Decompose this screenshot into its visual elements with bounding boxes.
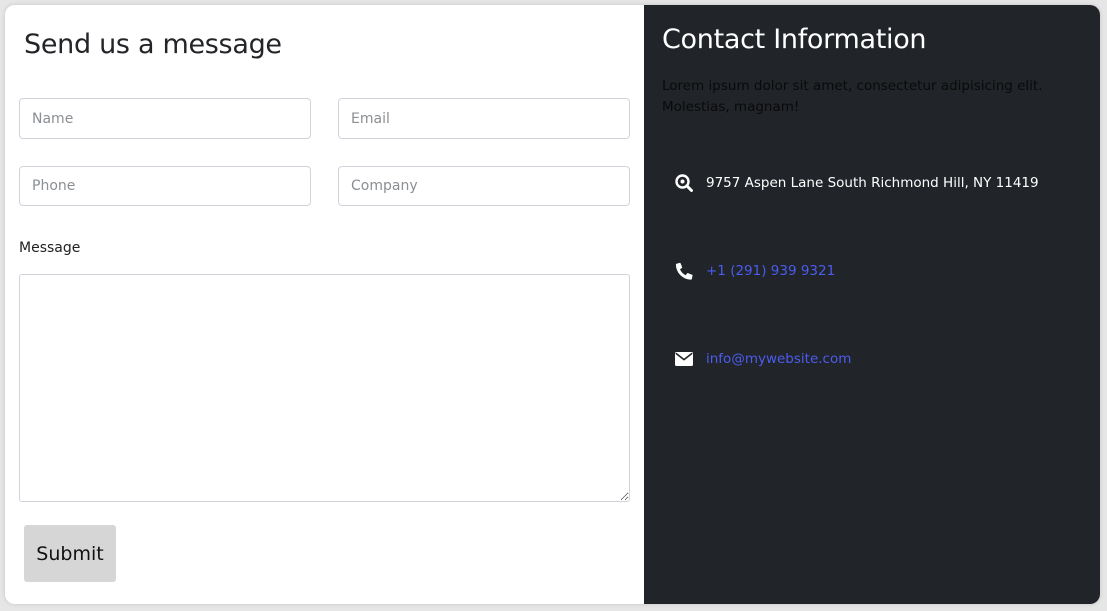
message-textarea[interactable] bbox=[19, 274, 630, 502]
email-link[interactable]: info@mywebsite.com bbox=[706, 351, 851, 367]
company-input[interactable] bbox=[338, 166, 630, 206]
envelope-icon bbox=[674, 349, 694, 369]
search-location-icon bbox=[674, 173, 694, 193]
phone-input[interactable] bbox=[19, 166, 311, 206]
email-input[interactable] bbox=[338, 98, 630, 139]
contact-info-title: Contact Information bbox=[662, 24, 927, 55]
contact-info-panel: Contact Information Lorem ipsum dolor si… bbox=[644, 5, 1100, 604]
phone-row: +1 (291) 939 9321 bbox=[674, 259, 835, 283]
contact-info-description: Lorem ipsum dolor sit amet, consectetur … bbox=[662, 78, 1043, 115]
form-title: Send us a message bbox=[24, 29, 282, 60]
phone-icon bbox=[674, 261, 694, 281]
message-form-panel: Send us a message Message Submit bbox=[5, 5, 644, 604]
submit-button[interactable]: Submit bbox=[24, 525, 116, 582]
address-row: 9757 Aspen Lane South Richmond Hill, NY … bbox=[674, 171, 1039, 195]
phone-link[interactable]: +1 (291) 939 9321 bbox=[706, 263, 835, 279]
name-input[interactable] bbox=[19, 98, 311, 139]
message-label: Message bbox=[19, 240, 81, 256]
address-text: 9757 Aspen Lane South Richmond Hill, NY … bbox=[706, 175, 1039, 191]
contact-card: Send us a message Message Submit Contact… bbox=[5, 5, 1100, 604]
email-row: info@mywebsite.com bbox=[674, 347, 851, 371]
